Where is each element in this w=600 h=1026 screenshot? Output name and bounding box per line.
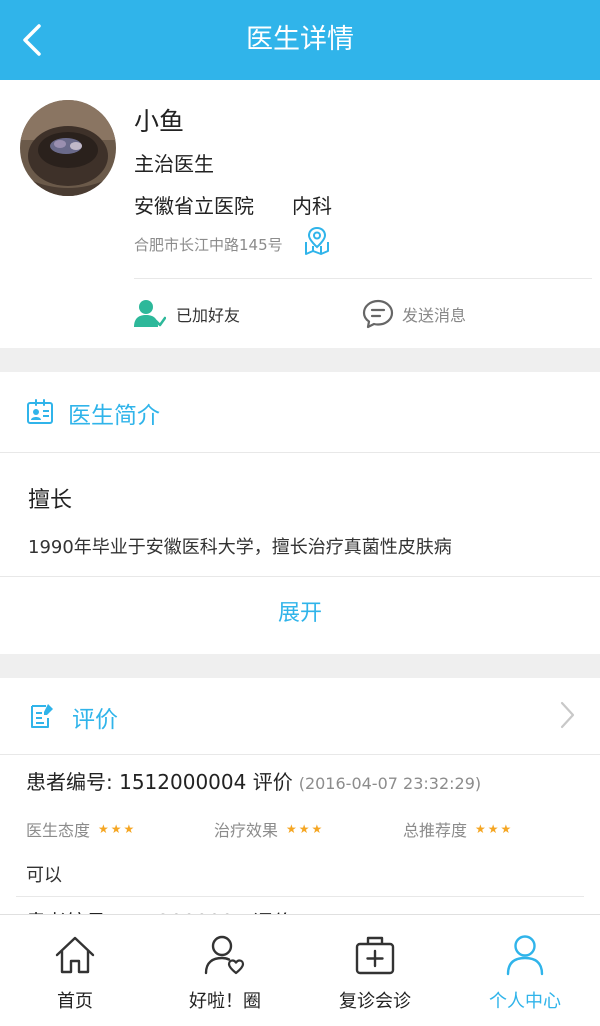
section-gap <box>0 654 600 678</box>
star-rating: ★★★ <box>98 822 137 836</box>
specialty-title: 擅长 <box>28 488 73 513</box>
friends-circle-icon <box>204 935 245 975</box>
doctor-name: 小鱼 <box>134 107 185 136</box>
medical-kit-icon <box>355 936 395 975</box>
nav-profile[interactable]: 个人中心 <box>450 915 600 1026</box>
send-message-label: 发送消息 <box>402 306 467 325</box>
doctor-intro-heading: 医生简介 <box>68 403 160 429</box>
page-title: 医生详情 <box>246 24 354 55</box>
send-message-button[interactable]: 发送消息 <box>362 296 466 332</box>
star-rating: ★★★ <box>475 822 514 836</box>
home-icon <box>55 936 95 974</box>
bottom-nav: 首页 好啦！圈 复诊会诊 个人中心 <box>0 914 600 1026</box>
person-icon <box>506 935 544 976</box>
page: 医生详情 小鱼 主治医生 安徽省立医院 内科 合肥市长江中路145号 已加好友 … <box>0 0 600 1026</box>
nav-home[interactable]: 首页 <box>0 915 150 1026</box>
rating-effect: 治疗效果 ★★★ <box>214 817 324 841</box>
specialty-text: 1990年毕业于安徽医科大学，擅长治疗真菌性皮肤病 <box>28 537 452 558</box>
doctor-address: 合肥市长江中路145号 <box>134 236 283 254</box>
rating-label: 医生态度 <box>26 821 91 840</box>
doctor-card: 小鱼 主治医生 安徽省立医院 内科 合肥市长江中路145号 已加好友 发送消息 <box>0 80 600 348</box>
rating-recommend: 总推荐度 ★★★ <box>403 817 513 841</box>
divider <box>134 278 592 279</box>
doctor-title: 主治医生 <box>134 152 214 176</box>
map-location-icon[interactable] <box>304 226 330 260</box>
nav-consult[interactable]: 复诊会诊 <box>300 915 450 1026</box>
divider <box>0 754 600 755</box>
avatar[interactable] <box>20 100 116 196</box>
title-bar: 医生详情 <box>0 0 600 80</box>
doctor-intro-header: 医生简介 <box>0 372 600 452</box>
reviews-header[interactable]: 评价 <box>0 678 600 754</box>
review-time: (2016-04-07 23:32:29) <box>298 774 482 793</box>
doctor-hospital: 安徽省立医院 <box>134 194 254 218</box>
review-edit-icon <box>28 702 56 734</box>
review-header: 患者编号: 1512000004 评价 (2016-04-07 23:32:29) <box>26 766 481 795</box>
rating-label: 治疗效果 <box>214 821 279 840</box>
review-comment: 可以 <box>26 865 62 886</box>
rating-label: 总推荐度 <box>403 821 468 840</box>
nav-circle[interactable]: 好啦！圈 <box>150 915 300 1026</box>
added-friend-button[interactable]: 已加好友 <box>134 296 240 332</box>
nav-consult-label: 复诊会诊 <box>339 991 411 1012</box>
message-icon <box>362 299 394 329</box>
divider <box>16 896 584 897</box>
nav-home-label: 首页 <box>57 991 93 1012</box>
avatar-image <box>20 100 116 196</box>
added-friend-label: 已加好友 <box>176 306 241 325</box>
doctor-department: 内科 <box>292 194 332 218</box>
nav-profile-label: 个人中心 <box>489 991 561 1012</box>
rating-attitude: 医生态度 ★★★ <box>26 817 136 841</box>
section-gap <box>0 348 600 372</box>
id-card-icon <box>26 399 54 429</box>
star-rating: ★★★ <box>286 822 325 836</box>
reviews-heading: 评价 <box>72 707 118 733</box>
nav-circle-label: 好啦！圈 <box>189 991 261 1012</box>
review-patient: 患者编号: 1512000004 评价 <box>26 770 293 794</box>
user-check-icon <box>134 300 166 327</box>
expand-button[interactable]: 展开 <box>0 576 600 652</box>
chevron-right-icon <box>558 700 576 734</box>
